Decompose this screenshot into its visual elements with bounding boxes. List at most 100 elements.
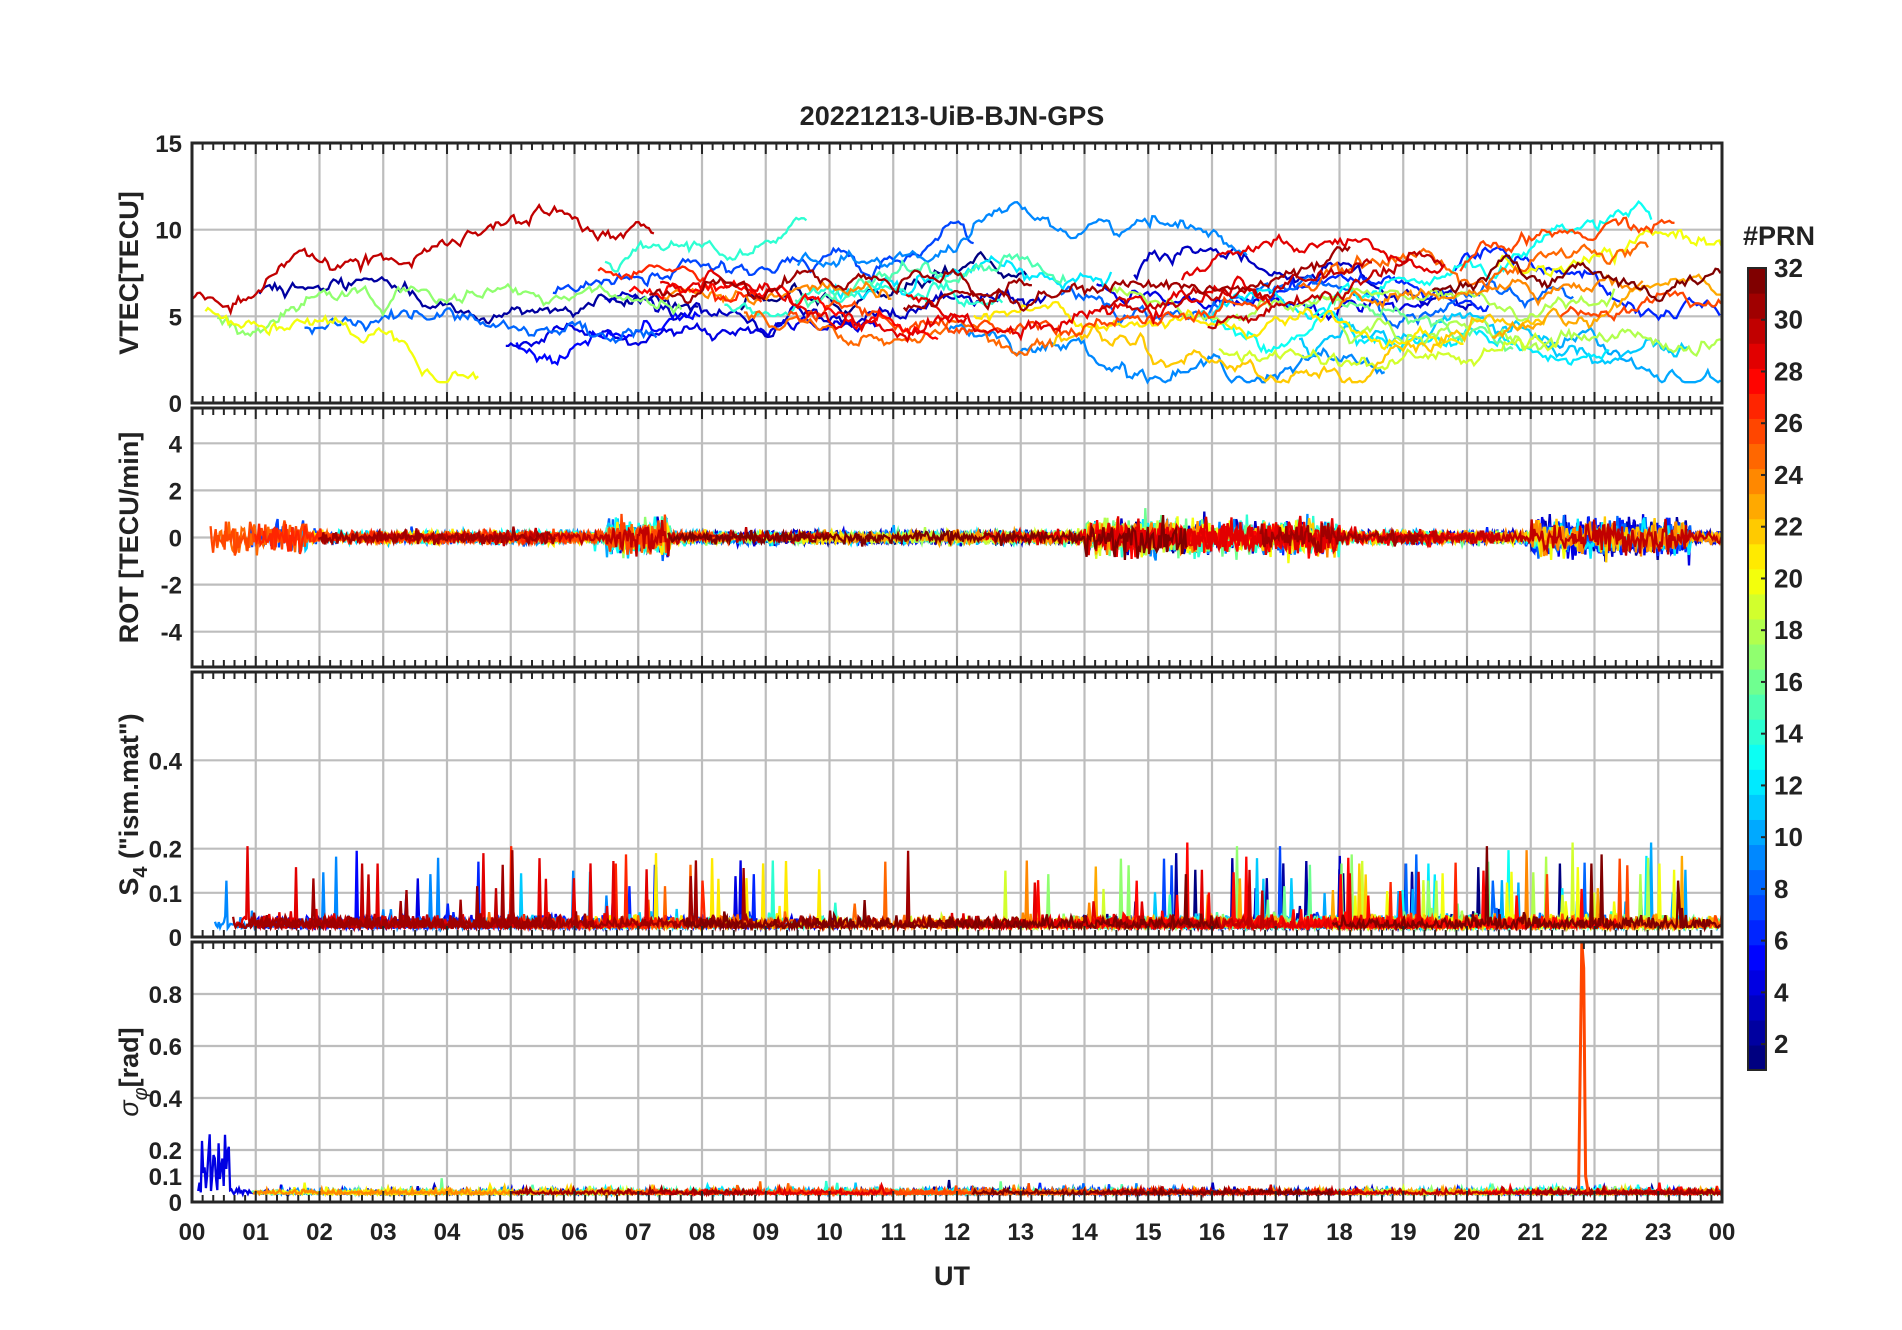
x-tick-label: 16 [1199,1219,1226,1246]
y-tick-label: 0.8 [149,982,182,1009]
x-tick-label: 22 [1581,1219,1608,1246]
colorbar-step [1748,744,1766,770]
y-axis-label: σφ[rad] [114,1027,152,1116]
colorbar-tick-label: 20 [1774,563,1803,593]
colorbar-step [1748,618,1766,645]
x-axis: 00 01 02 03 04 05 06 07 08 09 10 11 12 13 14 15 16 17 18 19… [179,1219,1736,1246]
x-tick-label: 08 [689,1219,716,1246]
panel-vtec: 0 5 10 15 VTEC[TECU] [114,131,1724,418]
colorbar-step [1748,393,1766,419]
colorbar-tick-label: 24 [1774,460,1803,490]
y-tick-label: 4 [169,431,183,458]
x-tick-label: 13 [1007,1219,1034,1246]
panel-s4: 0 0.1 0.2 0.4S4 ("ism.mat") [114,670,1724,952]
x-tick-label: 23 [1645,1219,1672,1246]
series-line-prn-26 [1459,216,1675,272]
series-spike [1577,942,1590,1192]
colorbar-step [1748,794,1766,820]
colorbar-tick-label: 8 [1774,874,1788,904]
x-tick-label: 05 [497,1219,524,1246]
colorbar-step [1748,769,1766,795]
x-tick-label: 21 [1517,1219,1544,1246]
y-tick-label: 0.1 [149,881,182,908]
y-axis-label: S4 ("ism.mat") [114,713,152,895]
y-axis-label: ROT [TECU/min] [114,432,144,643]
colorbar-step [1748,543,1766,570]
x-tick-label: 11 [881,1219,906,1246]
y-tick-label: 0.2 [149,1138,182,1165]
x-tick-label: 07 [625,1219,652,1246]
chart-title: 20221213-UiB-BJN-GPS [800,101,1105,131]
y-tick-label: 2 [169,478,182,505]
y-tick-label: 0.4 [149,748,183,775]
colorbar-step [1748,493,1766,520]
figure: 20221213-UiB-BJN-GPS 051015VTEC[TECU]-4-… [114,101,1815,1291]
y-tick-label: -4 [161,620,183,647]
colorbar-tick-label: 22 [1774,512,1803,542]
x-tick-label: 18 [1326,1219,1353,1246]
series-group [209,508,1722,566]
panels: 051015VTEC[TECU]-4-2024ROT [TECU/min]00.… [114,131,1724,1217]
colorbar-tick-label: 16 [1774,667,1803,697]
x-tick-label: 14 [1071,1219,1098,1246]
series-group [197,942,1722,1199]
colorbar-tick-label: 6 [1774,926,1788,956]
colorbar-step [1748,894,1766,921]
x-tick-label: 02 [306,1219,333,1246]
panel-sigma_phi: 00.10.2 0.4 0.6 0.8 σφ[rad] [114,940,1724,1217]
colorbar-tick-label: 18 [1774,615,1803,645]
series-line-prn-20 [204,306,479,384]
y-tick-label: 0.1 [149,1164,182,1191]
colorbar-tick-label: 4 [1774,977,1789,1007]
series-line-prn-31 [231,850,705,932]
colorbar-tick-label: 10 [1774,822,1803,852]
y-axis-label: VTEC[TECU] [114,191,144,355]
series-line-prn-14 [604,216,808,273]
y-tick-label: 15 [155,131,182,158]
colorbar-step [1748,944,1766,971]
colorbar-step [1748,468,1766,495]
x-tick-label: 17 [1262,1219,1289,1246]
colorbar-step [1748,994,1766,1021]
x-tick-label: 01 [242,1219,269,1246]
colorbar-tick-label: 2 [1774,1029,1788,1059]
y-tick-label: 0 [169,1190,182,1217]
colorbar-step [1748,268,1766,294]
colorbar-step [1748,1044,1766,1071]
x-tick-label: 06 [561,1219,588,1246]
x-axis-label: UT [934,1261,970,1291]
colorbar-step [1748,443,1766,470]
y-tick-label: 0 [169,391,182,418]
colorbar-tick-label: 14 [1774,719,1803,749]
colorbar-step [1748,819,1766,846]
colorbar-step [1748,318,1766,344]
series-group [213,842,1722,933]
colorbar-tick-label: 30 [1774,305,1803,335]
y-tick-label: 0.2 [149,837,182,864]
colorbar-step [1748,694,1766,720]
series-line-prn-27 [597,264,763,303]
series-line-prn-7 [552,220,974,295]
y-tick-label: -2 [161,573,182,600]
colorbar-step [1748,844,1766,871]
y-tick-label: 0.6 [149,1034,182,1061]
x-tick-label: 09 [752,1219,779,1246]
colorbar-step [1748,593,1766,620]
panel-rot: -4 -2 0 2 4 ROT [TECU/min] [114,406,1724,669]
colorbar-tick-label: 12 [1774,770,1803,800]
x-tick-label: 20 [1454,1219,1481,1246]
x-tick-label: 04 [434,1219,461,1246]
colorbar-step [1748,518,1766,545]
colorbar-tick-label: 28 [1774,356,1803,386]
y-tick-label: 0 [169,925,182,952]
x-tick-label: 03 [370,1219,397,1246]
colorbar-step [1748,418,1766,445]
x-tick-label: 00 [179,1219,206,1246]
colorbar-step [1748,1019,1766,1046]
colorbar-step [1748,293,1766,319]
colorbar-tick-label: 32 [1774,253,1803,283]
y-tick-label: 0 [169,526,182,553]
colorbar-step [1748,568,1766,595]
series-line-prn-30 [192,203,655,317]
y-tick-label: 0.4 [149,1086,183,1113]
